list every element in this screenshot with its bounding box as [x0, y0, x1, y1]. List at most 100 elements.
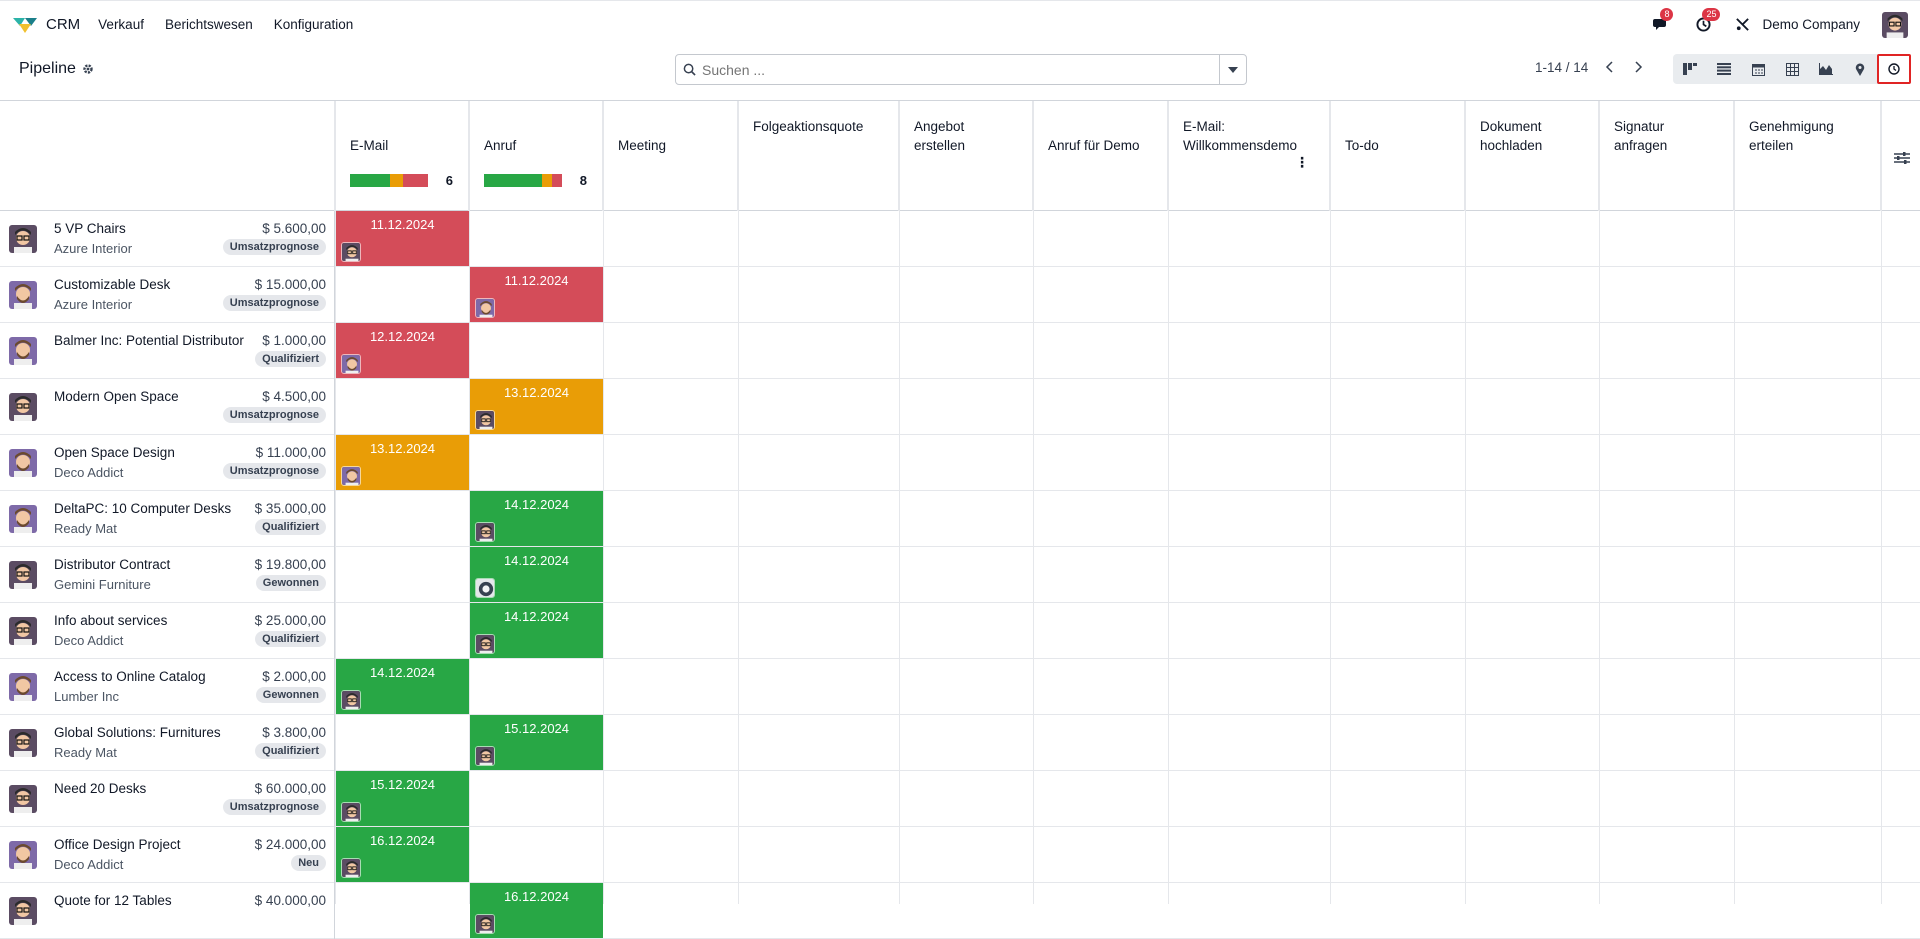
salesperson-avatar[interactable] — [9, 225, 37, 253]
tools-icon[interactable] — [1735, 17, 1750, 32]
salesperson-avatar[interactable] — [9, 841, 37, 869]
lead-cell[interactable]: Quote for 12 Tables $ 40.000,00 — [0, 883, 335, 939]
lead-partner: Deco Addict — [54, 465, 124, 480]
lead-amount: $ 35.000,00 — [254, 501, 326, 516]
assignee-avatar[interactable] — [475, 578, 495, 598]
column-header-10[interactable]: Signatur anfragen — [1599, 101, 1734, 211]
activity-cell[interactable]: 12.12.2024 — [336, 323, 469, 378]
column-header-9[interactable]: Dokument hochladen — [1465, 101, 1599, 211]
lead-cell[interactable]: Customizable Desk Azure Interior $ 15.000,… — [0, 267, 335, 323]
salesperson-avatar[interactable] — [9, 617, 37, 645]
menu-konfiguration[interactable]: Konfiguration — [274, 17, 354, 32]
lead-partner: Gemini Furniture — [54, 577, 151, 592]
lead-cell[interactable]: Access to Online Catalog Lumber Inc $ 2.00… — [0, 659, 335, 715]
menu-berichtswesen[interactable]: Berichtswesen — [165, 17, 253, 32]
column-header-8[interactable]: To-do — [1330, 101, 1465, 211]
company-switcher[interactable]: Demo Company — [1762, 17, 1860, 32]
assignee-avatar[interactable] — [341, 354, 361, 374]
pager-previous-button[interactable] — [1600, 58, 1618, 76]
column-header-4[interactable]: Folgeaktionsquote — [738, 101, 899, 211]
pager-next-button[interactable] — [1630, 58, 1648, 76]
assignee-avatar[interactable] — [341, 466, 361, 486]
salesperson-avatar[interactable] — [9, 785, 37, 813]
lead-cell[interactable]: Need 20 Desks $ 60.000,00 Umsatzprognose — [0, 771, 335, 827]
pager-value[interactable]: 1-14 / 14 — [1535, 60, 1588, 75]
lead-cell[interactable]: Office Design Project Deco Addict $ 24.000… — [0, 827, 335, 883]
activity-cell[interactable]: 16.12.2024 — [336, 827, 469, 882]
assignee-avatar[interactable] — [341, 242, 361, 262]
activity-cell[interactable]: 14.12.2024 — [470, 491, 603, 546]
activity-cell[interactable]: 11.12.2024 — [336, 211, 469, 266]
map-view-button[interactable] — [1843, 54, 1877, 84]
activity-progress-bar[interactable] — [350, 174, 428, 187]
assignee-avatar[interactable] — [475, 914, 495, 934]
search-input[interactable] — [702, 61, 1219, 78]
calendar-icon — [1751, 63, 1765, 76]
column-header-2[interactable]: Anruf 8 — [469, 101, 603, 211]
activity-cell[interactable]: 14.12.2024 — [470, 547, 603, 602]
user-avatar[interactable] — [1882, 11, 1908, 38]
lead-cell[interactable]: 5 VP Chairs Azure Interior $ 5.600,00 Umsat… — [0, 211, 335, 267]
lead-amount: $ 15.000,00 — [254, 277, 326, 292]
activity-cell[interactable]: 15.12.2024 — [470, 715, 603, 770]
salesperson-avatar[interactable] — [9, 673, 37, 701]
column-header-6[interactable]: Anruf für Demo — [1033, 101, 1168, 211]
lead-amount: $ 5.600,00 — [262, 221, 326, 236]
activity-date: 11.12.2024 — [370, 217, 435, 232]
salesperson-avatar[interactable] — [9, 449, 37, 477]
pivot-view-button[interactable] — [1775, 54, 1809, 84]
activity-progress-bar[interactable] — [484, 174, 562, 187]
search-options-toggle[interactable] — [1219, 55, 1246, 84]
column-header-5[interactable]: Angebot erstellen — [899, 101, 1033, 211]
messages-button[interactable]: 8 — [1651, 7, 1674, 35]
lead-cell[interactable]: Distributor Contract Gemini Furniture $ 19… — [0, 547, 335, 603]
assignee-avatar[interactable] — [341, 690, 361, 710]
lead-cell[interactable]: Balmer Inc: Potential Distributor $ 1.000… — [0, 323, 335, 379]
salesperson-avatar[interactable] — [9, 897, 37, 925]
salesperson-avatar[interactable] — [9, 729, 37, 757]
assignee-avatar[interactable] — [475, 746, 495, 766]
column-header-11[interactable]: Genehmigung erteilen — [1734, 101, 1881, 211]
lead-cell[interactable]: Open Space Design Deco Addict $ 11.000,00 U… — [0, 435, 335, 491]
column-header-7[interactable]: E-Mail: Willkommensdemo ⋮ — [1168, 101, 1330, 211]
lead-cell[interactable]: Modern Open Space $ 4.500,00 Umsatzprognos… — [0, 379, 335, 435]
activity-cell[interactable]: 11.12.2024 — [470, 267, 603, 322]
column-header-3[interactable]: Meeting — [603, 101, 738, 211]
column-header-label: Anruf für Demo — [1048, 138, 1140, 153]
activity-cell[interactable]: 13.12.2024 — [470, 379, 603, 434]
column-settings-icon[interactable] — [1894, 151, 1910, 165]
salesperson-avatar[interactable] — [9, 393, 37, 421]
calendar-view-button[interactable] — [1741, 54, 1775, 84]
salesperson-avatar[interactable] — [9, 561, 37, 589]
planned-segment — [484, 174, 542, 187]
more-options-icon[interactable]: ⋮ — [1295, 155, 1309, 169]
salesperson-avatar[interactable] — [9, 505, 37, 533]
assignee-avatar[interactable] — [475, 634, 495, 654]
salesperson-avatar[interactable] — [9, 337, 37, 365]
salesperson-avatar[interactable] — [9, 281, 37, 309]
lead-cell[interactable]: Global Solutions: Furnitures Ready Mat $ 3… — [0, 715, 335, 771]
assignee-avatar[interactable] — [341, 802, 361, 822]
lead-cell[interactable]: DeltaPC: 10 Computer Desks Ready Mat $ 35.… — [0, 491, 335, 547]
activity-cell[interactable]: 13.12.2024 — [336, 435, 469, 490]
kanban-view-button[interactable] — [1673, 54, 1707, 84]
column-header-label: Dokument hochladen — [1480, 119, 1543, 153]
activity-cell[interactable]: 16.12.2024 — [470, 883, 603, 938]
graph-view-button[interactable] — [1809, 54, 1843, 84]
assignee-avatar[interactable] — [341, 858, 361, 878]
menu-verkauf[interactable]: Verkauf — [98, 17, 144, 32]
gear-icon[interactable] — [82, 63, 94, 75]
assignee-avatar[interactable] — [475, 410, 495, 430]
activity-cell[interactable]: 15.12.2024 — [336, 771, 469, 826]
column-header-1[interactable]: E-Mail 6 — [335, 101, 469, 211]
app-brand[interactable]: CRM — [12, 15, 80, 35]
assignee-avatar[interactable] — [475, 298, 495, 318]
lead-name: Customizable Desk — [54, 277, 171, 292]
lead-cell[interactable]: Info about services Deco Addict $ 25.000,0… — [0, 603, 335, 659]
activity-view-button[interactable] — [1877, 54, 1911, 84]
activity-cell[interactable]: 14.12.2024 — [336, 659, 469, 714]
activities-button[interactable]: 25 — [1693, 7, 1721, 35]
assignee-avatar[interactable] — [475, 522, 495, 542]
activity-cell[interactable]: 14.12.2024 — [470, 603, 603, 658]
list-view-button[interactable] — [1707, 54, 1741, 84]
